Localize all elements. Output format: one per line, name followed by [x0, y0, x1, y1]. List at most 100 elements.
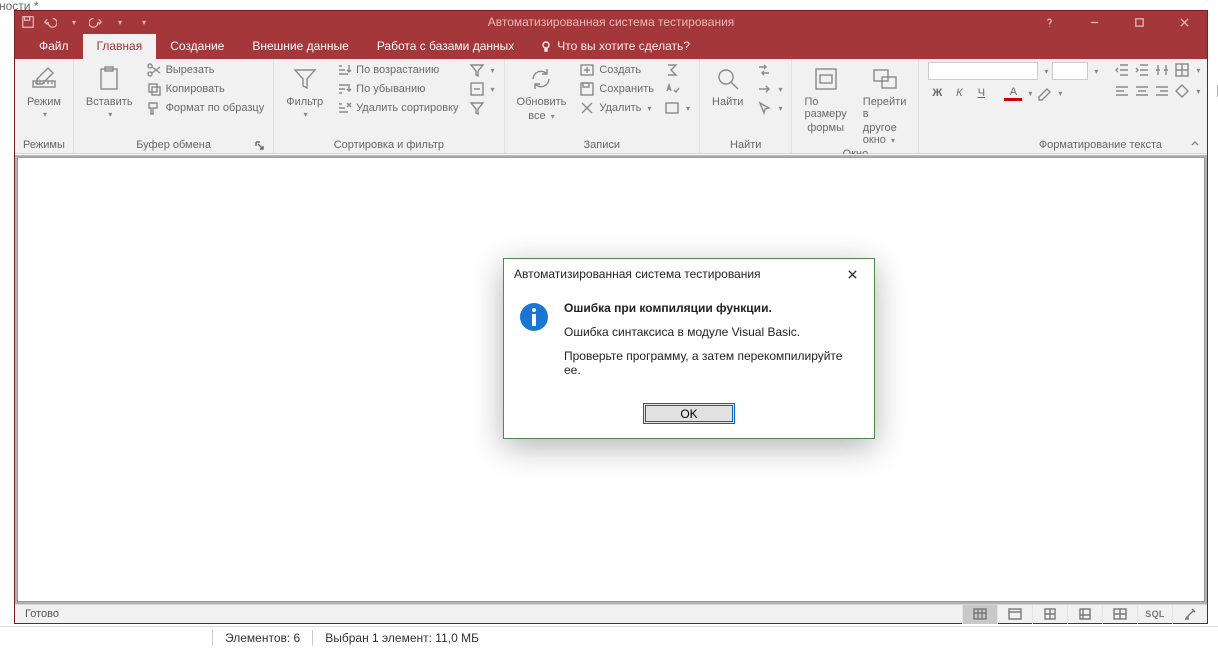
- status-ready: Готово: [15, 608, 69, 620]
- sort-asc-button[interactable]: По возрастанию: [333, 61, 461, 79]
- advanced-filter-button[interactable]: ▾: [466, 80, 498, 98]
- dialog-close-button[interactable]: [840, 262, 864, 286]
- totals-button[interactable]: [661, 61, 693, 79]
- redo-icon[interactable]: [89, 15, 103, 29]
- datasheet-view-button[interactable]: [962, 605, 997, 624]
- tab-file[interactable]: Файл: [25, 34, 83, 59]
- toggle-filter-button[interactable]: [466, 99, 498, 117]
- paste-button[interactable]: Вставить ▾: [80, 61, 139, 119]
- fill-color-icon[interactable]: [1174, 83, 1190, 99]
- ruler-pencil-icon: [29, 64, 59, 94]
- tab-create[interactable]: Создание: [156, 34, 238, 59]
- select-button[interactable]: ▾: [753, 99, 785, 117]
- chevron-down-icon: ▾: [1058, 89, 1062, 98]
- sql-view-button[interactable]: SQL: [1137, 605, 1172, 624]
- group-views-label: Режимы: [21, 137, 67, 153]
- design-view-button[interactable]: [1067, 605, 1102, 624]
- more-records-button[interactable]: ▾: [661, 99, 693, 117]
- indent-increase-icon[interactable]: [1134, 62, 1150, 78]
- fit-form-label2: формы: [807, 122, 844, 134]
- dialog-footer: OK: [504, 397, 874, 438]
- chevron-down-icon: ▾: [491, 85, 495, 94]
- tell-me-search[interactable]: Что вы хотите сделать?: [528, 34, 702, 59]
- lightbulb-icon: [540, 40, 552, 52]
- new-record-button[interactable]: Создать: [576, 61, 657, 79]
- chevron-down-icon: ▾: [686, 104, 690, 113]
- chevron-down-icon: ▾: [1196, 87, 1200, 96]
- view-mode-button[interactable]: Режим ▾: [21, 61, 67, 119]
- font-color-button[interactable]: A: [1004, 86, 1022, 101]
- clear-sort-button[interactable]: Удалить сортировку: [333, 99, 461, 117]
- format-painter-button[interactable]: Формат по образцу: [143, 99, 268, 117]
- save-record-button[interactable]: Сохранить: [576, 80, 657, 98]
- highlight-icon[interactable]: [1036, 85, 1052, 101]
- filter-button[interactable]: Фильтр ▾: [280, 61, 329, 119]
- replace-button[interactable]: [753, 61, 785, 79]
- separator: [212, 630, 213, 646]
- refresh-all-button[interactable]: Обновить все ▾: [511, 61, 573, 122]
- tab-database-tools[interactable]: Работа с базами данных: [363, 34, 528, 59]
- tab-external-data[interactable]: Внешние данные: [238, 34, 363, 59]
- dialog-launcher-icon[interactable]: [254, 140, 265, 151]
- selection-filter-button[interactable]: ▾: [466, 61, 498, 79]
- switch-window-icon: [870, 64, 900, 94]
- group-sort-filter: Фильтр ▾ По возрастанию По убыванию Удал…: [274, 59, 504, 153]
- chevron-down-icon: ▾: [647, 104, 651, 113]
- pivot-view-button[interactable]: [1102, 605, 1137, 624]
- sort-asc-label: По возрастанию: [356, 64, 439, 76]
- help-button[interactable]: [1027, 11, 1072, 33]
- undo-icon[interactable]: [43, 15, 57, 29]
- collapse-ribbon-icon[interactable]: [1189, 138, 1201, 150]
- ok-button[interactable]: OK: [643, 403, 735, 424]
- delete-record-button[interactable]: Удалить▾: [576, 99, 657, 117]
- align-center-icon[interactable]: [1134, 83, 1150, 99]
- tab-home[interactable]: Главная: [83, 34, 157, 59]
- chevron-down-icon: ▾: [491, 66, 495, 75]
- scissors-icon: [146, 62, 162, 78]
- cut-label: Вырезать: [166, 64, 215, 76]
- save-record-label: Сохранить: [599, 83, 654, 95]
- goto-button[interactable]: ▾: [753, 80, 785, 98]
- form-view-button[interactable]: [997, 605, 1032, 624]
- paintbrush-icon: [146, 100, 162, 116]
- design-view2-button[interactable]: [1172, 605, 1207, 624]
- window-controls: [1027, 11, 1207, 33]
- tell-me-label: Что вы хотите сделать?: [557, 39, 690, 53]
- arrow-right-icon: [756, 81, 772, 97]
- view-switcher: SQL: [962, 605, 1207, 624]
- cut-button[interactable]: Вырезать: [143, 61, 268, 79]
- chevron-down-icon: ▾: [1094, 67, 1098, 76]
- align-right-icon[interactable]: [1154, 83, 1170, 99]
- error-dialog: Автоматизированная система тестирования …: [503, 258, 875, 439]
- group-window: По размеру формы Перейти в другое окно ▾…: [792, 59, 919, 153]
- spellcheck-icon: [664, 81, 680, 97]
- qat-customize-icon[interactable]: ▾: [137, 15, 151, 29]
- close-button[interactable]: [1162, 11, 1207, 33]
- spelling-button[interactable]: [661, 80, 693, 98]
- copy-button[interactable]: Копировать: [143, 80, 268, 98]
- sort-desc-button[interactable]: По убыванию: [333, 80, 461, 98]
- paste-label: Вставить: [86, 96, 133, 108]
- window-title: Автоматизированная система тестирования: [488, 15, 735, 29]
- undo-dropdown-icon[interactable]: ▾: [67, 15, 81, 29]
- fit-form-button[interactable]: По размеру формы: [798, 61, 852, 134]
- maximize-button[interactable]: [1117, 11, 1162, 33]
- minimize-button[interactable]: [1072, 11, 1117, 33]
- layout-view-button[interactable]: [1032, 605, 1067, 624]
- save-icon[interactable]: [21, 15, 35, 29]
- clipboard-icon: [94, 64, 124, 94]
- switch-window-button[interactable]: Перейти в другое окно ▾: [857, 61, 913, 146]
- bold-button[interactable]: Ж: [928, 87, 946, 99]
- refresh-label2: все: [528, 110, 545, 122]
- underline-button[interactable]: Ч: [972, 87, 990, 99]
- indent-decrease-icon[interactable]: [1114, 62, 1130, 78]
- copy-label: Копировать: [166, 83, 225, 95]
- redo-dropdown-icon[interactable]: ▾: [113, 15, 127, 29]
- text-direction-icon[interactable]: [1154, 62, 1170, 78]
- find-button[interactable]: Найти: [706, 61, 749, 108]
- align-left-icon[interactable]: [1114, 83, 1130, 99]
- font-picker[interactable]: ▾▾: [925, 61, 1101, 81]
- italic-button[interactable]: К: [950, 87, 968, 99]
- dialog-titlebar: Автоматизированная система тестирования: [504, 259, 874, 289]
- gridlines-icon[interactable]: [1174, 62, 1190, 78]
